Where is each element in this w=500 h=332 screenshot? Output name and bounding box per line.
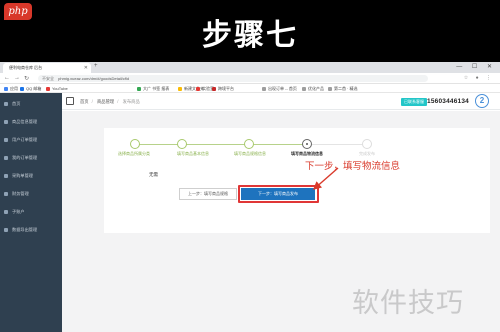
watermark: 软件技巧	[352, 288, 464, 319]
